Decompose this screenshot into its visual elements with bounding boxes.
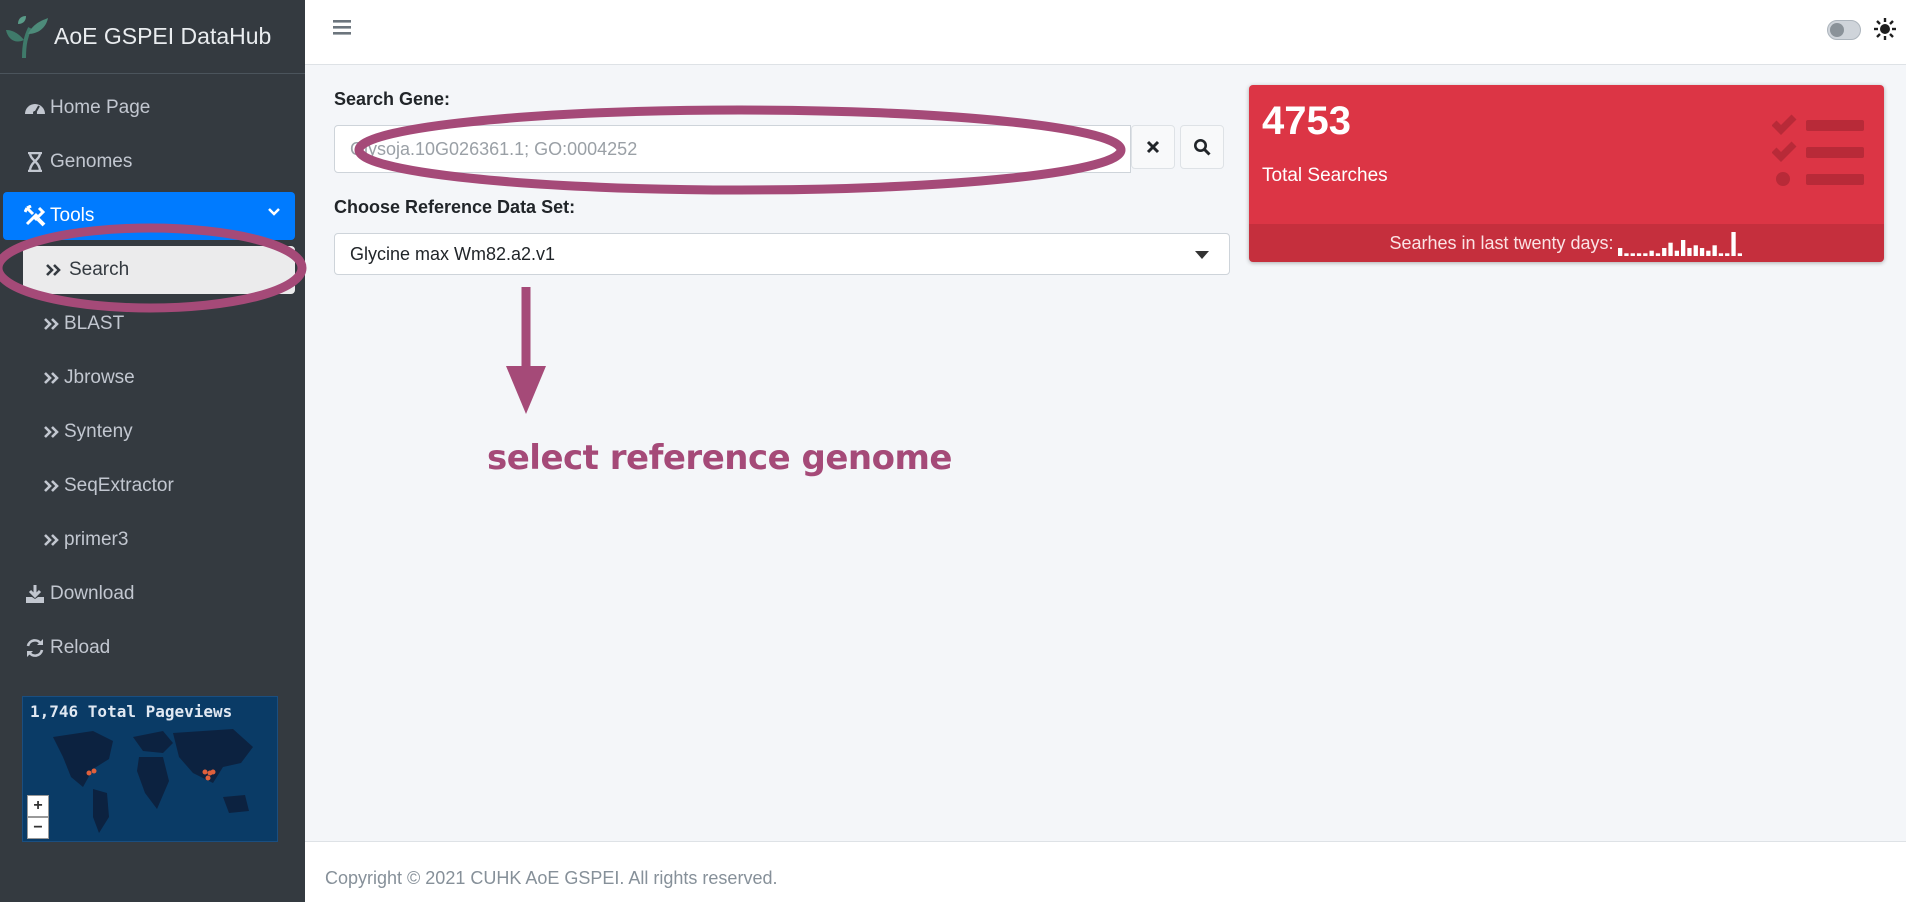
reference-dataset-select[interactable]: Glycine max Wm82.a2.v1 bbox=[334, 233, 1230, 275]
sparkline-bar bbox=[1655, 253, 1660, 256]
sidebar-item-blast[interactable]: BLAST bbox=[0, 300, 305, 348]
double-chevron-right-icon bbox=[42, 313, 62, 335]
sidebar-item-label: Reload bbox=[50, 637, 111, 658]
sidebar-item-reload[interactable]: Reload bbox=[0, 624, 305, 672]
sparkline-bar bbox=[1661, 248, 1666, 256]
double-chevron-right-icon bbox=[42, 421, 62, 443]
sidebar-item-label: primer3 bbox=[64, 529, 129, 550]
sparkline-bar bbox=[1617, 248, 1622, 256]
sidebar-item-label: Search bbox=[69, 259, 130, 280]
double-chevron-right-icon bbox=[42, 475, 62, 497]
sparkline-bar bbox=[1674, 250, 1679, 256]
sparkline-bar bbox=[1737, 253, 1742, 256]
sidebar: AoE GSPEI DataHub Home Page Genomes Tool… bbox=[0, 0, 305, 902]
reference-dataset-label: Choose Reference Data Set: bbox=[334, 197, 576, 217]
refresh-icon bbox=[22, 637, 48, 659]
total-searches-label: Total Searches bbox=[1262, 165, 1388, 186]
sparkline-bar bbox=[1699, 248, 1704, 256]
brand-logo-icon bbox=[6, 15, 48, 58]
sparkline-bar bbox=[1630, 253, 1635, 256]
copyright-text: Copyright © 2021 CUHK AoE GSPEI. All rig… bbox=[325, 868, 778, 888]
sparkline-bar bbox=[1724, 253, 1729, 256]
chevron-down-icon bbox=[268, 208, 280, 216]
brand-name: AoE GSPEI DataHub bbox=[54, 23, 272, 49]
sidebar-item-label: Tools bbox=[50, 205, 95, 226]
total-searches-infobox: 4753 Total Searches Searhes in last twen… bbox=[1249, 85, 1884, 262]
sidebar-item-seqextractor[interactable]: SeqExtractor bbox=[0, 462, 305, 510]
page-footer: Copyright © 2021 CUHK AoE GSPEI. All rig… bbox=[305, 841, 1906, 902]
annotation-arrow-head bbox=[506, 366, 546, 414]
sidebar-item-label: Jbrowse bbox=[64, 367, 135, 388]
sidebar-item-jbrowse[interactable]: Jbrowse bbox=[0, 354, 305, 402]
sidebar-item-genomes[interactable]: Genomes bbox=[0, 138, 305, 186]
pageviews-count: 1,746 Total Pageviews bbox=[30, 702, 233, 721]
sidebar-item-search[interactable]: Search bbox=[23, 246, 295, 294]
sparkline-bar bbox=[1667, 242, 1673, 256]
sun-icon bbox=[1874, 18, 1896, 40]
sidebar-item-label: Home Page bbox=[50, 97, 151, 118]
hamburger-menu-icon[interactable] bbox=[333, 18, 353, 38]
double-chevron-right-icon bbox=[42, 367, 62, 389]
double-chevron-right-icon bbox=[42, 529, 62, 551]
search-gene-label: Search Gene: bbox=[334, 89, 451, 109]
sidebar-item-label: Download bbox=[50, 583, 135, 604]
top-navbar bbox=[305, 0, 1906, 65]
sparkline-bar bbox=[1642, 253, 1648, 256]
searches-footer-text: Searhes in last twenty days: bbox=[1389, 232, 1614, 253]
sidebar-item-tools[interactable]: Tools bbox=[3, 192, 295, 240]
sparkline-bar bbox=[1649, 250, 1654, 256]
sidebar-item-label: Synteny bbox=[64, 421, 133, 442]
sparkline-bar bbox=[1636, 253, 1641, 256]
dark-mode-toggle[interactable] bbox=[1827, 20, 1861, 40]
checklist-icon bbox=[1772, 114, 1864, 186]
map-zoom-out-button[interactable]: − bbox=[27, 817, 49, 839]
double-chevron-right-icon bbox=[41, 259, 67, 281]
sidebar-item-label: BLAST bbox=[64, 313, 125, 334]
map-zoom-in-button[interactable]: + bbox=[27, 795, 49, 817]
reference-dataset-selected: Glycine max Wm82.a2.v1 bbox=[350, 243, 556, 264]
search-gene-input[interactable] bbox=[334, 125, 1131, 173]
sparkline-bar bbox=[1693, 245, 1698, 256]
dropdown-caret-icon bbox=[1195, 251, 1209, 259]
search-submit-button[interactable] bbox=[1180, 125, 1224, 169]
sparkline-bar bbox=[1705, 250, 1711, 256]
sparkline-bar bbox=[1718, 253, 1723, 256]
dashboard-gauge-icon bbox=[22, 97, 48, 119]
sparkline-bar bbox=[1712, 245, 1717, 256]
sparkline-bar bbox=[1730, 232, 1736, 256]
sparkline-bar bbox=[1686, 248, 1692, 256]
total-searches-count: 4753 bbox=[1262, 99, 1351, 143]
search-icon bbox=[1194, 139, 1211, 156]
close-icon bbox=[1146, 140, 1160, 154]
sidebar-item-download[interactable]: Download bbox=[0, 570, 305, 618]
searches-sparkline-chart bbox=[1617, 232, 1742, 256]
sparkline-bar bbox=[1623, 253, 1629, 256]
sparkline-bar bbox=[1680, 240, 1685, 256]
brand-link[interactable]: AoE GSPEI DataHub bbox=[0, 0, 305, 74]
sidebar-item-label: Genomes bbox=[50, 151, 133, 172]
hourglass-icon bbox=[22, 151, 48, 173]
pageviews-map-widget[interactable]: 1,746 Total Pageviews + − bbox=[22, 696, 278, 842]
clear-search-button[interactable] bbox=[1131, 125, 1175, 169]
download-icon bbox=[22, 583, 48, 605]
sidebar-item-home-page[interactable]: Home Page bbox=[0, 84, 305, 132]
sidebar-item-label: SeqExtractor bbox=[64, 475, 174, 496]
sidebar-item-synteny[interactable]: Synteny bbox=[0, 408, 305, 456]
sidebar-item-primer3[interactable]: primer3 bbox=[0, 516, 305, 564]
annotation-label: select reference genome bbox=[487, 438, 952, 478]
tools-icon bbox=[22, 205, 48, 227]
searches-footer: Searhes in last twenty days: bbox=[1249, 224, 1884, 262]
